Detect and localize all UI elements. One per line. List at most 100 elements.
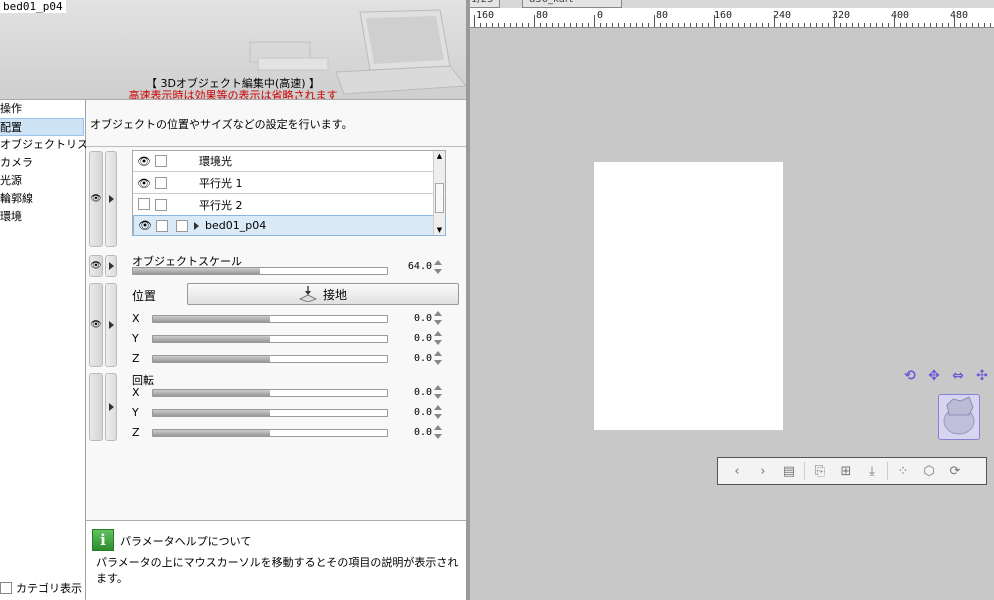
group-visibility-bar[interactable]: 👁	[89, 151, 103, 247]
rotation-z-value[interactable]: 0.0	[392, 427, 432, 438]
scroll-down-icon[interactable]: ▼	[434, 225, 445, 235]
rotate-cube-icon[interactable]: ⟳	[942, 460, 968, 482]
tab-canvas-1[interactable]: 1/25	[470, 0, 501, 8]
rotation-z-spinner[interactable]	[434, 425, 443, 439]
show-category-checkbox[interactable]	[0, 582, 12, 594]
camera-rotate-icon[interactable]: ⟲	[900, 366, 920, 386]
rotation-y-value[interactable]: 0.0	[392, 407, 432, 418]
camera-controller: ⟲ ✥ ⇔ ✣	[900, 366, 994, 446]
position-y-spinner[interactable]	[434, 331, 443, 345]
ruler-tick	[990, 23, 991, 27]
canvas-paper[interactable]	[594, 162, 783, 430]
camera-pan-icon[interactable]: ✥	[924, 366, 944, 386]
scale-value[interactable]: 64.0	[392, 261, 432, 272]
ruler-tick	[810, 23, 811, 27]
scale-slider[interactable]	[132, 267, 388, 275]
fast-display-warning: 高速表示時は効果等の表示は省略されます	[128, 89, 338, 100]
tool-property-panel: bed01_p04 【 3Dオブジェクト編集中(高速) 】 高速表示時は効果等の…	[0, 0, 466, 600]
rotation-visibility-bar[interactable]	[89, 373, 103, 441]
lock-checkbox[interactable]	[156, 219, 168, 232]
fit-view-icon[interactable]: ⊞	[833, 460, 859, 482]
position-z-slider[interactable]	[152, 355, 388, 363]
position-z-value[interactable]: 0.0	[392, 353, 432, 364]
object-list[interactable]: 👁 環境光 👁 平行光 1 平行光 2 👁 bed01_p04 ▲ ▼	[132, 150, 446, 236]
position-y-value[interactable]: 0.0	[392, 333, 432, 344]
position-x-slider[interactable]	[152, 315, 388, 323]
ruler-tick	[864, 23, 865, 27]
ruler-tick	[936, 23, 937, 27]
ruler-tick	[768, 23, 769, 27]
rotation-y-spinner[interactable]	[434, 405, 443, 419]
ruler-tick	[666, 23, 667, 27]
canvas-area[interactable]: 1/25 d50_kurt 160 80 0 80 160 240 320 40…	[470, 0, 994, 600]
ruler-tick	[924, 23, 925, 27]
list-item[interactable]: 👁 平行光 1	[133, 173, 446, 194]
rotation-y-slider[interactable]	[152, 409, 388, 417]
position-x-value[interactable]: 0.0	[392, 313, 432, 324]
rotation-expand-bar[interactable]	[105, 373, 117, 441]
ruler-tick	[756, 23, 757, 27]
scroll-up-icon[interactable]: ▲	[434, 151, 445, 161]
scale-spinner[interactable]	[434, 260, 443, 274]
list-item[interactable]: 平行光 2	[133, 195, 446, 216]
ruler-tick	[894, 15, 895, 27]
list-item[interactable]: 👁 環境光	[133, 151, 446, 172]
category-item-camera[interactable]: カメラ	[0, 154, 85, 172]
category-item-outline[interactable]: 輪郭線	[0, 190, 85, 208]
rotation-x-value[interactable]: 0.0	[392, 387, 432, 398]
expand-triangle-icon[interactable]	[194, 221, 199, 230]
cube-icon[interactable]: ⬡	[916, 460, 942, 482]
ruler-tick	[558, 23, 559, 27]
category-item-object-list[interactable]: オブジェクトリスト	[0, 136, 99, 154]
category-item-light[interactable]: 光源	[0, 172, 85, 190]
position-x-spinner[interactable]	[434, 311, 443, 325]
position-visibility-bar[interactable]: 👁	[89, 283, 103, 367]
tab-canvas-2[interactable]: d50_kurt	[522, 0, 622, 8]
position-expand-bar[interactable]	[105, 283, 117, 367]
scroll-thumb[interactable]	[435, 183, 444, 213]
show-category-toggle[interactable]: カテゴリ表示	[0, 580, 82, 596]
camera-zoom-icon[interactable]: ⇔	[948, 366, 968, 386]
category-item-environment[interactable]: 環境	[0, 208, 85, 226]
position-z-spinner[interactable]	[434, 351, 443, 365]
extra-checkbox[interactable]	[176, 219, 188, 232]
visibility-box[interactable]	[133, 197, 155, 213]
eye-icon[interactable]: 👁	[133, 177, 155, 190]
expand-triangle-icon	[108, 262, 114, 270]
rotation-x-spinner[interactable]	[434, 385, 443, 399]
scale-expand-bar[interactable]	[105, 255, 117, 277]
visibility-checkbox[interactable]	[138, 197, 150, 210]
prev-arrow-icon[interactable]: ‹	[724, 460, 750, 482]
ruler-tick	[654, 15, 655, 27]
ground-button[interactable]: 接地	[187, 283, 459, 305]
lock-checkbox[interactable]	[155, 177, 167, 189]
ruler-tick	[510, 23, 511, 27]
lock-checkbox[interactable]	[155, 155, 167, 167]
object-list-scrollbar[interactable]: ▲ ▼	[433, 151, 445, 235]
toolbar-separator	[804, 462, 805, 480]
open-file-icon[interactable]: ⎘	[807, 460, 833, 482]
ground-icon[interactable]: ⤓	[859, 460, 885, 482]
group-expand-bar[interactable]	[105, 151, 117, 247]
scale-visibility-bar[interactable]: 👁	[89, 255, 103, 277]
camera-preview[interactable]	[938, 394, 980, 440]
next-arrow-icon[interactable]: ›	[750, 460, 776, 482]
list-icon[interactable]: ▤	[776, 460, 802, 482]
ruler-tick	[582, 23, 583, 27]
list-item-selected[interactable]: 👁 bed01_p04	[133, 215, 446, 236]
position-y-slider[interactable]	[152, 335, 388, 343]
ruler-tick	[630, 23, 631, 27]
info-icon: i	[92, 529, 114, 551]
sparkle-icon[interactable]: ⁘	[890, 460, 916, 482]
object-move-icon[interactable]: ✣	[972, 366, 992, 386]
eye-icon[interactable]: 👁	[134, 219, 156, 232]
canvas-tabs: 1/25 d50_kurt	[470, 0, 994, 8]
rotation-x-slider[interactable]	[152, 389, 388, 397]
category-item-placement[interactable]: 配置	[0, 118, 84, 136]
category-item-operation[interactable]: 操作	[0, 100, 85, 118]
rotation-z-slider[interactable]	[152, 429, 388, 437]
lock-checkbox[interactable]	[155, 199, 167, 211]
rotation-x-label: X	[132, 386, 140, 399]
eye-icon[interactable]: 👁	[133, 155, 155, 168]
ruler-tick	[612, 23, 613, 27]
